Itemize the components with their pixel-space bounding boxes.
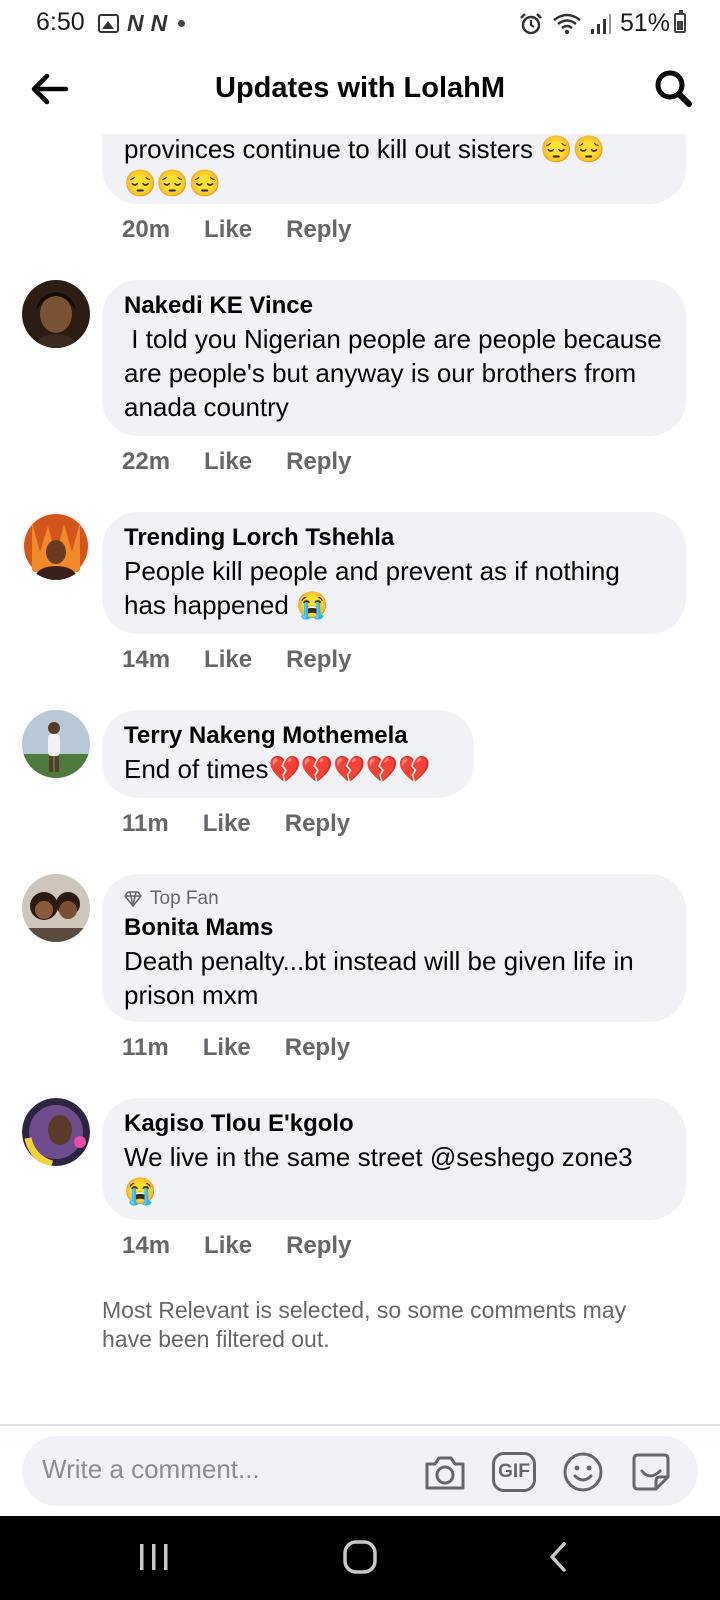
- battery-icon: [674, 10, 686, 33]
- comment-text: Death penalty...bt instead will be given…: [124, 946, 634, 1010]
- comment-bubble: Trending Lorch Tshehla People kill peopl…: [102, 512, 686, 634]
- battery-percent: 51%: [619, 9, 670, 37]
- like-button[interactable]: Like: [204, 448, 252, 476]
- comment-composer[interactable]: Write a comment... GIF: [22, 1436, 698, 1506]
- signal-icon: [590, 13, 611, 34]
- comment-bubble: Nakedi KE Vince I told you Nigerian peop…: [102, 280, 686, 436]
- avatar[interactable]: [22, 1098, 90, 1166]
- avatar[interactable]: [22, 874, 90, 942]
- smiley-icon[interactable]: [560, 1449, 606, 1495]
- reply-button[interactable]: Reply: [285, 810, 350, 838]
- like-button[interactable]: Like: [204, 216, 252, 244]
- gif-icon[interactable]: GIF: [492, 1452, 536, 1492]
- page-title: Updates with LolahM: [215, 72, 505, 104]
- comment-bubble: Terry Nakeng Mothemela End of times💔💔💔💔💔: [102, 710, 474, 798]
- like-button[interactable]: Like: [203, 810, 251, 838]
- comment-time: 14m: [122, 646, 171, 673]
- status-time: 6:50: [36, 8, 85, 36]
- diamond-icon: [124, 891, 142, 907]
- gallery-notification-icon: [98, 14, 119, 33]
- comment-time: 14m: [122, 1232, 171, 1259]
- like-button[interactable]: Like: [203, 1034, 251, 1062]
- reply-button[interactable]: Reply: [286, 448, 351, 476]
- sticker-icon[interactable]: [628, 1449, 674, 1495]
- n-notification-icon: N: [150, 10, 168, 36]
- comment-actions: 11m Like Reply: [122, 1034, 350, 1062]
- alarm-icon: [520, 12, 542, 34]
- camera-icon[interactable]: [422, 1449, 468, 1495]
- n-notification-icon: N: [127, 10, 144, 36]
- comment-author[interactable]: Trending Lorch Tshehla: [124, 522, 664, 554]
- status-bar: 6:50 N N 51%: [0, 0, 720, 46]
- comment-actions: 14m Like Reply: [122, 1232, 351, 1260]
- avatar[interactable]: [22, 512, 90, 580]
- comment-text: End of times💔💔💔💔💔: [124, 754, 431, 784]
- reply-button[interactable]: Reply: [286, 1232, 351, 1260]
- comment-bubble: Kagiso Tlou E'kgolo We live in the same …: [102, 1098, 686, 1220]
- comment-text: People kill people and prevent as if not…: [124, 556, 620, 620]
- avatar[interactable]: [22, 280, 90, 348]
- top-fan-label: Top Fan: [150, 888, 219, 909]
- comment-actions: 20m Like Reply: [122, 216, 351, 244]
- comment-author[interactable]: Bonita Mams: [124, 912, 664, 944]
- back-nav-icon[interactable]: [536, 1536, 584, 1580]
- comment-text: provinces continue to kill out sisters 😔…: [124, 134, 605, 164]
- comment-actions: 14m Like Reply: [122, 646, 351, 674]
- comment-time: 20m: [122, 216, 171, 243]
- comment-input[interactable]: Write a comment...: [42, 1454, 260, 1485]
- comment-author[interactable]: Terry Nakeng Mothemela: [124, 720, 452, 752]
- divider: [0, 1424, 720, 1426]
- status-system-icons: 51%: [518, 9, 670, 38]
- like-button[interactable]: Like: [204, 1232, 252, 1260]
- recent-apps-icon[interactable]: [130, 1536, 178, 1580]
- reply-button[interactable]: Reply: [286, 216, 351, 244]
- status-notification-icons: N N: [98, 10, 186, 37]
- system-nav-bar: [0, 1516, 720, 1600]
- reply-button[interactable]: Reply: [286, 646, 351, 674]
- comment-text: We live in the same street @seshego zone…: [124, 1142, 633, 1206]
- avatar[interactable]: [22, 710, 90, 778]
- filter-notice: Most Relevant is selected, so some comme…: [102, 1297, 627, 1352]
- comment-actions: 11m Like Reply: [122, 810, 350, 838]
- comment-actions: 22m Like Reply: [122, 448, 351, 476]
- header: Updates with LolahM: [0, 46, 720, 134]
- page: 6:50 N N 51% Updates with LolahM provinc…: [0, 0, 720, 1600]
- comment-emoji-line: 😔😔😔: [124, 168, 222, 198]
- comment-bubble: Top Fan Bonita Mams Death penalty...bt i…: [102, 874, 686, 1022]
- comment-author[interactable]: Kagiso Tlou E'kgolo: [124, 1108, 664, 1140]
- more-notifications-dot-icon: [178, 20, 186, 27]
- comment-time: 11m: [122, 1034, 169, 1061]
- top-fan-badge: Top Fan: [124, 886, 664, 912]
- like-button[interactable]: Like: [204, 646, 252, 674]
- comment-bubble: provinces continue to kill out sisters 😔…: [102, 134, 686, 204]
- comment-time: 22m: [122, 448, 171, 475]
- comments-list[interactable]: provinces continue to kill out sisters 😔…: [0, 134, 720, 1424]
- wifi-icon: [553, 13, 581, 34]
- comment-author[interactable]: Nakedi KE Vince: [124, 290, 664, 322]
- home-icon[interactable]: [336, 1536, 384, 1580]
- reply-button[interactable]: Reply: [285, 1034, 350, 1062]
- search-icon[interactable]: [652, 68, 694, 110]
- comment-time: 11m: [122, 810, 169, 837]
- comment-text: I told you Nigerian people are people be…: [124, 324, 669, 422]
